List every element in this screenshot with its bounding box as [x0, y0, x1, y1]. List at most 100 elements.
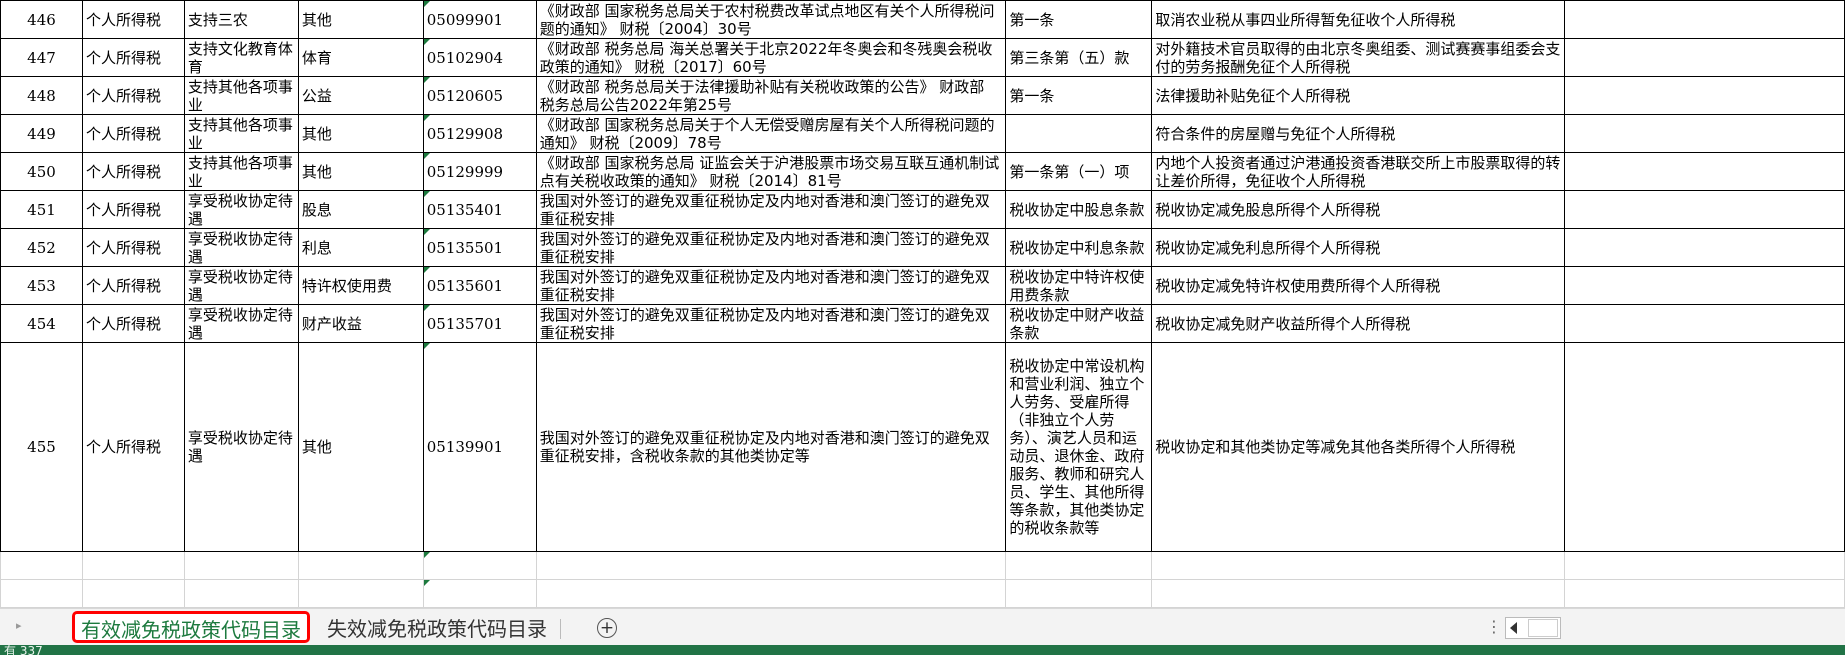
horizontal-scrollbar[interactable] — [1505, 617, 1561, 639]
policy-document-cell[interactable]: 《财政部 税务总局 海关总署关于北京2022年冬奥会和冬残奥会税收政策的通知》 … — [535, 38, 1007, 77]
category-cell[interactable]: 享受税收协定待遇 — [183, 266, 299, 305]
empty-cell[interactable] — [1151, 551, 1566, 580]
subcategory-cell[interactable]: 公益 — [297, 76, 424, 115]
tax-type-cell[interactable]: 个人所得税 — [81, 190, 185, 229]
clause-cell[interactable]: 第三条第（五）款 — [1005, 38, 1153, 77]
tax-type-cell[interactable]: 个人所得税 — [81, 114, 185, 153]
policy-document-cell[interactable]: 《财政部 税务总局关于法律援助补贴有关税收政策的公告》 财政部 税务总局公告20… — [535, 76, 1007, 115]
category-cell[interactable]: 享受税收协定待遇 — [183, 304, 299, 343]
policy-document-cell[interactable]: 《财政部 国家税务总局关于个人无偿受赠房屋有关个人所得税问题的通知》 财税〔20… — [535, 114, 1007, 153]
clause-cell[interactable]: 第一条 — [1005, 0, 1153, 39]
subcategory-cell[interactable]: 特许权使用费 — [297, 266, 424, 305]
description-cell[interactable]: 符合条件的房屋赠与免征个人所得税 — [1151, 114, 1566, 153]
policy-code-cell[interactable]: 05135401 — [422, 190, 537, 229]
empty-cell[interactable] — [297, 579, 424, 608]
empty-cell[interactable] — [81, 551, 185, 580]
subcategory-cell[interactable]: 其他 — [297, 342, 424, 552]
subcategory-cell[interactable]: 财产收益 — [297, 304, 424, 343]
tax-type-cell[interactable]: 个人所得税 — [81, 38, 185, 77]
clause-cell[interactable]: 税收协定中特许权使用费条款 — [1005, 266, 1153, 305]
empty-cell[interactable] — [1005, 551, 1153, 580]
description-cell[interactable]: 税收协定减免利息所得个人所得税 — [1151, 228, 1566, 267]
tax-type-cell[interactable]: 个人所得税 — [81, 76, 185, 115]
policy-code-cell[interactable]: 05102904 — [422, 38, 537, 77]
policy-code-cell[interactable]: 05099901 — [422, 0, 537, 39]
row-number[interactable]: 447 — [0, 38, 83, 77]
tab-expired-policy-codes[interactable]: 失效减免税政策代码目录 — [327, 615, 547, 643]
row-number[interactable]: 455 — [0, 342, 83, 552]
clause-cell[interactable] — [1005, 114, 1153, 153]
policy-code-cell[interactable]: 05129999 — [422, 152, 537, 191]
empty-cell[interactable] — [1564, 551, 1845, 580]
tax-type-cell[interactable]: 个人所得税 — [81, 266, 185, 305]
category-cell[interactable]: 享受税收协定待遇 — [183, 190, 299, 229]
policy-code-cell[interactable]: 05139901 — [422, 342, 537, 552]
description-cell[interactable]: 税收协定减免特许权使用费所得个人所得税 — [1151, 266, 1566, 305]
description-cell[interactable]: 内地个人投资者通过沪港通投资香港联交所上市股票取得的转让差价所得，免征收个人所得… — [1151, 152, 1566, 191]
clause-cell[interactable]: 税收协定中常设机构和营业利润、独立个人劳务、受雇所得（非独立个人劳务）、演艺人员… — [1005, 342, 1153, 552]
tax-type-cell[interactable]: 个人所得税 — [81, 228, 185, 267]
policy-code-cell[interactable]: 05135701 — [422, 304, 537, 343]
empty-cell[interactable] — [1564, 228, 1845, 267]
row-number[interactable]: 450 — [0, 152, 83, 191]
scrollbar-thumb[interactable] — [1528, 619, 1558, 637]
subcategory-cell[interactable]: 股息 — [297, 190, 424, 229]
empty-cell[interactable] — [1564, 0, 1845, 39]
empty-cell[interactable] — [535, 551, 1007, 580]
row-number[interactable]: 454 — [0, 304, 83, 343]
policy-document-cell[interactable]: 《财政部 国家税务总局 证监会关于沪港股票市场交易互联互通机制试点有关税收政策的… — [535, 152, 1007, 191]
empty-cell[interactable] — [1564, 304, 1845, 343]
empty-cell[interactable] — [1151, 579, 1566, 608]
empty-cell[interactable] — [422, 551, 537, 580]
empty-cell[interactable] — [183, 579, 299, 608]
category-cell[interactable]: 支持其他各项事业 — [183, 152, 299, 191]
policy-code-cell[interactable]: 05120605 — [422, 76, 537, 115]
clause-cell[interactable]: 第一条 — [1005, 76, 1153, 115]
empty-cell[interactable] — [1564, 38, 1845, 77]
policy-document-cell[interactable]: 《财政部 国家税务总局关于农村税费改革试点地区有关个人所得税问题的通知》 财税〔… — [535, 0, 1007, 39]
empty-cell[interactable] — [0, 579, 83, 608]
empty-cell[interactable] — [1564, 76, 1845, 115]
row-number[interactable]: 452 — [0, 228, 83, 267]
clause-cell[interactable]: 税收协定中股息条款 — [1005, 190, 1153, 229]
empty-cell[interactable] — [1564, 190, 1845, 229]
category-cell[interactable]: 支持其他各项事业 — [183, 114, 299, 153]
empty-cell[interactable] — [1564, 266, 1845, 305]
empty-cell[interactable] — [81, 579, 185, 608]
policy-code-cell[interactable]: 05135601 — [422, 266, 537, 305]
policy-document-cell[interactable]: 我国对外签订的避免双重征税协定及内地对香港和澳门签订的避免双重征税安排 — [535, 266, 1007, 305]
subcategory-cell[interactable]: 其他 — [297, 114, 424, 153]
empty-cell[interactable] — [1564, 342, 1845, 552]
subcategory-cell[interactable]: 其他 — [297, 152, 424, 191]
description-cell[interactable]: 对外籍技术官员取得的由北京冬奥组委、测试赛赛事组委会支付的劳务报酬免征个人所得税 — [1151, 38, 1566, 77]
add-sheet-button[interactable]: + — [597, 618, 617, 638]
tax-type-cell[interactable]: 个人所得税 — [81, 152, 185, 191]
scroll-left-icon[interactable] — [1510, 622, 1517, 634]
policy-document-cell[interactable]: 我国对外签订的避免双重征税协定及内地对香港和澳门签订的避免双重征税安排，含税收条… — [535, 342, 1007, 552]
empty-cell[interactable] — [297, 551, 424, 580]
empty-cell[interactable] — [422, 579, 537, 608]
row-number[interactable]: 453 — [0, 266, 83, 305]
category-cell[interactable]: 支持其他各项事业 — [183, 76, 299, 115]
empty-cell[interactable] — [0, 551, 83, 580]
more-options-icon[interactable]: ⋮ — [1486, 617, 1502, 636]
clause-cell[interactable]: 税收协定中利息条款 — [1005, 228, 1153, 267]
empty-cell[interactable] — [1564, 152, 1845, 191]
description-cell[interactable]: 税收协定和其他类协定等减免其他各类所得个人所得税 — [1151, 342, 1566, 552]
row-number[interactable]: 448 — [0, 76, 83, 115]
category-cell[interactable]: 享受税收协定待遇 — [183, 342, 299, 552]
subcategory-cell[interactable]: 利息 — [297, 228, 424, 267]
description-cell[interactable]: 税收协定减免财产收益所得个人所得税 — [1151, 304, 1566, 343]
description-cell[interactable]: 取消农业税从事四业所得暂免征收个人所得税 — [1151, 0, 1566, 39]
subcategory-cell[interactable]: 其他 — [297, 0, 424, 39]
clause-cell[interactable]: 税收协定中财产收益条款 — [1005, 304, 1153, 343]
subcategory-cell[interactable]: 体育 — [297, 38, 424, 77]
description-cell[interactable]: 法律援助补贴免征个人所得税 — [1151, 76, 1566, 115]
empty-cell[interactable] — [535, 579, 1007, 608]
row-number[interactable]: 451 — [0, 190, 83, 229]
policy-document-cell[interactable]: 我国对外签订的避免双重征税协定及内地对香港和澳门签订的避免双重征税安排 — [535, 190, 1007, 229]
category-cell[interactable]: 支持三农 — [183, 0, 299, 39]
empty-cell[interactable] — [1564, 114, 1845, 153]
tax-type-cell[interactable]: 个人所得税 — [81, 304, 185, 343]
policy-document-cell[interactable]: 我国对外签订的避免双重征税协定及内地对香港和澳门签订的避免双重征税安排 — [535, 304, 1007, 343]
